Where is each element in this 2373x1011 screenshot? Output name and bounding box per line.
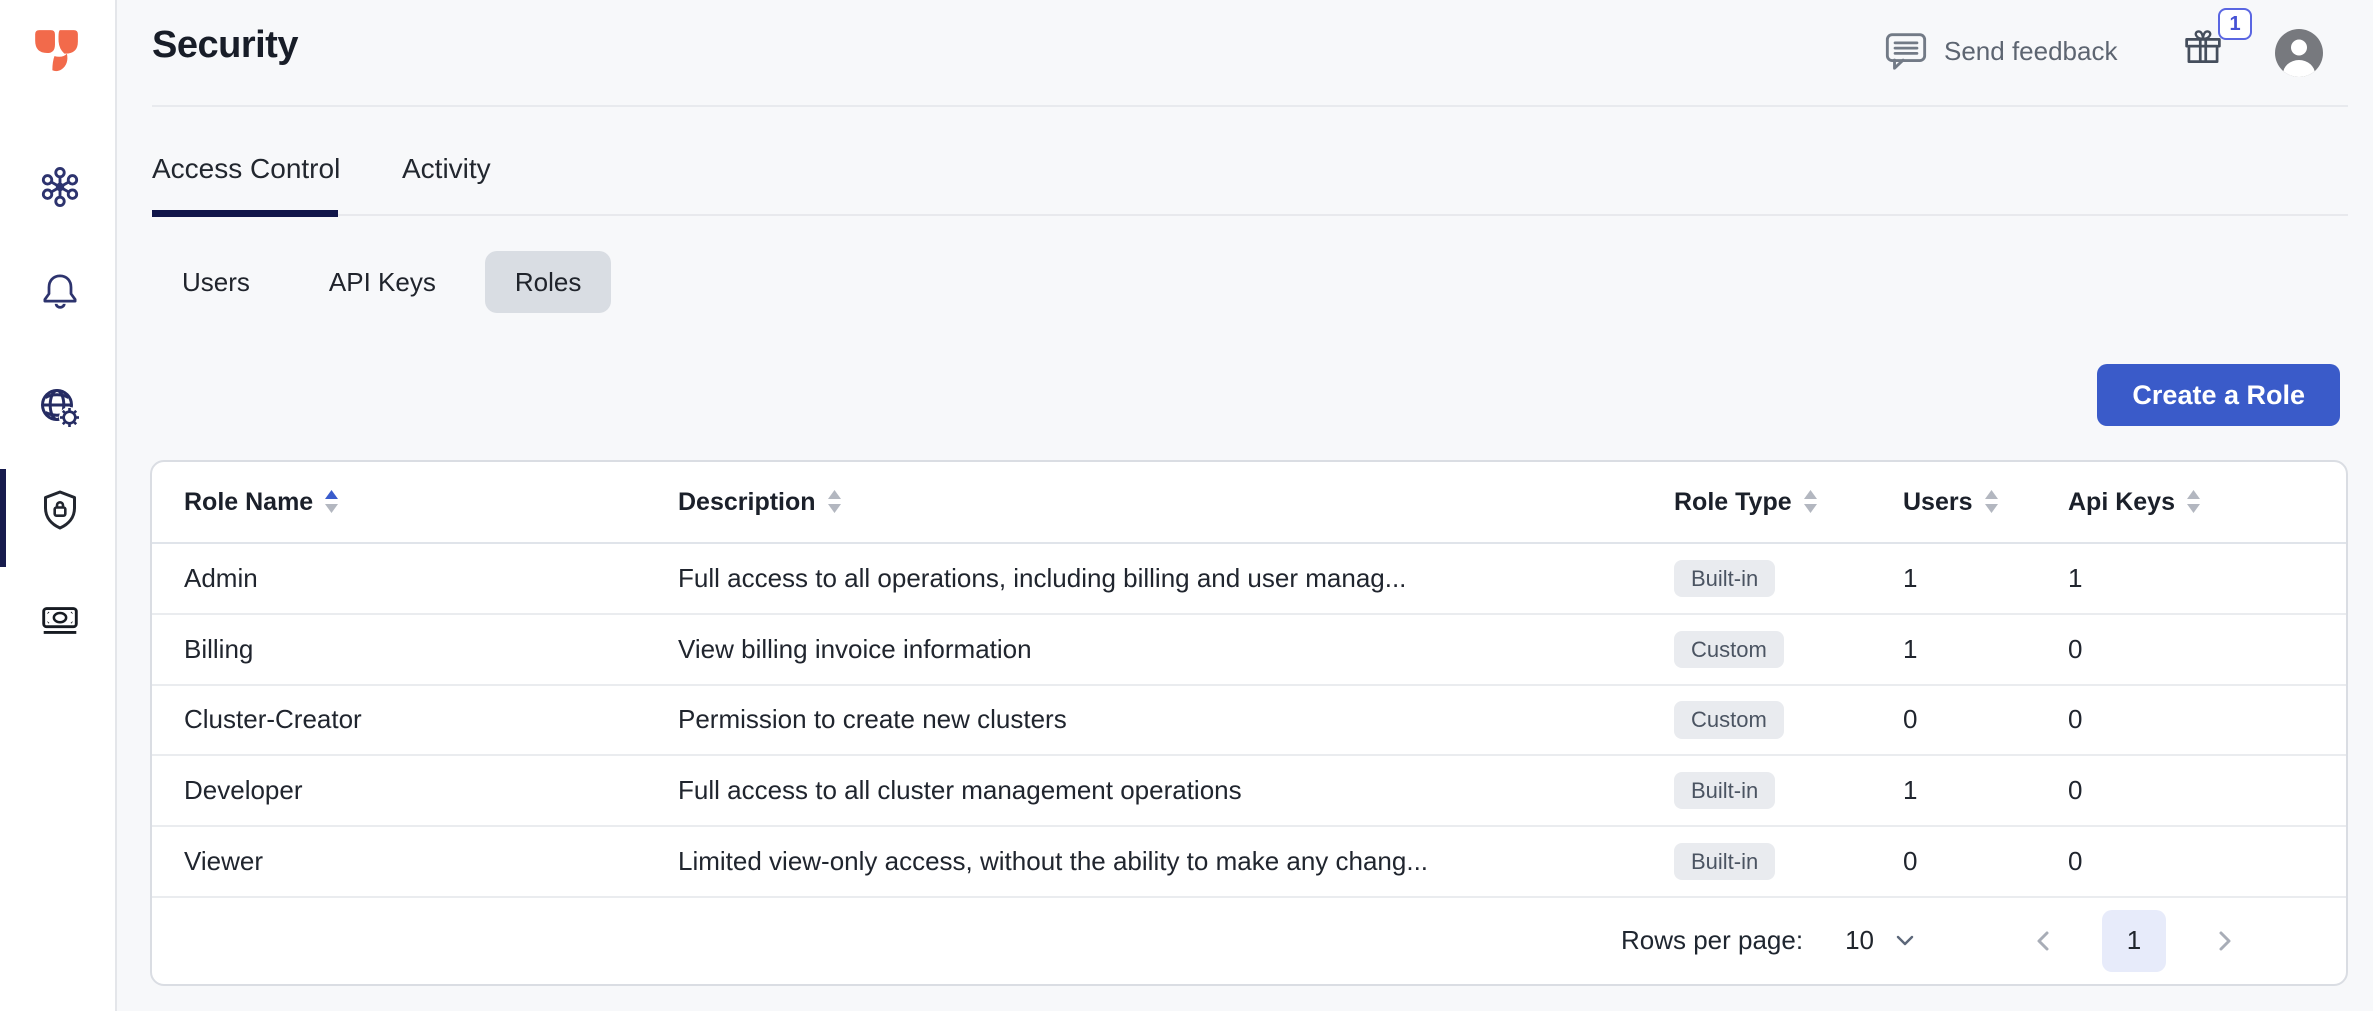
column-label: Description <box>678 488 816 517</box>
table-row-developer[interactable]: Developer Full access to all cluster man… <box>152 756 2346 827</box>
users-count-cell: 0 <box>1903 846 2068 877</box>
chevron-down-icon <box>1896 935 1914 946</box>
notifications-bell-icon <box>38 269 82 313</box>
gift-icon <box>2183 26 2223 70</box>
role-description-cell: Full access to all operations, including… <box>678 563 1674 594</box>
person-icon <box>2275 29 2323 77</box>
column-header-role-name[interactable]: Role Name <box>184 488 678 517</box>
users-count-cell: 1 <box>1903 775 2068 806</box>
column-label: Api Keys <box>2068 488 2175 517</box>
sidebar-item-network[interactable] <box>36 384 84 432</box>
tabs-baseline <box>152 214 2348 216</box>
role-description-cell: Full access to all cluster management op… <box>678 775 1674 806</box>
sort-icon <box>1804 490 1817 514</box>
users-count-cell: 0 <box>1903 704 2068 735</box>
table-row-cluster-creator[interactable]: Cluster-Creator Permission to create new… <box>152 686 2346 757</box>
rows-per-page-value: 10 <box>1845 925 1874 956</box>
subtab-api-keys[interactable]: API Keys <box>299 251 466 313</box>
role-description-cell: Limited view-only access, without the ab… <box>678 846 1674 877</box>
role-name-cell: Viewer <box>184 846 678 877</box>
user-avatar[interactable] <box>2275 29 2323 77</box>
role-type-badge: Custom <box>1674 631 1784 668</box>
users-count-cell: 1 <box>1903 563 2068 594</box>
column-header-role-type[interactable]: Role Type <box>1674 488 1903 517</box>
api-keys-count-cell: 0 <box>2068 775 2346 806</box>
table-row-admin[interactable]: Admin Full access to all operations, inc… <box>152 544 2346 615</box>
page-number-button[interactable]: 1 <box>2102 910 2166 972</box>
table-row-billing[interactable]: Billing View billing invoice information… <box>152 615 2346 686</box>
sort-icon <box>2187 490 2200 514</box>
role-description-cell: View billing invoice information <box>678 634 1674 665</box>
sidebar-item-billing[interactable] <box>36 596 84 644</box>
sort-icon <box>828 490 841 514</box>
tab-activity[interactable]: Activity <box>402 148 491 190</box>
next-page-button[interactable] <box>2206 923 2242 959</box>
role-type-badge: Built-in <box>1674 843 1775 880</box>
rows-per-page-label: Rows per page: <box>1621 925 1803 956</box>
security-shield-lock-icon <box>36 487 84 535</box>
role-type-cell: Custom <box>1674 631 1903 668</box>
subtab-users[interactable]: Users <box>152 251 280 313</box>
api-keys-count-cell: 0 <box>2068 704 2346 735</box>
billing-money-icon <box>37 597 83 643</box>
role-name-cell: Developer <box>184 775 678 806</box>
column-label: Role Type <box>1674 488 1792 517</box>
sort-icon-asc-active <box>325 490 338 514</box>
api-keys-count-cell: 1 <box>2068 563 2346 594</box>
column-header-description[interactable]: Description <box>678 488 1674 517</box>
rows-per-page-select[interactable]: 10 <box>1845 925 1914 956</box>
column-label: Users <box>1903 488 1973 517</box>
sidebar-item-alerts[interactable] <box>36 267 84 315</box>
role-description-cell: Permission to create new clusters <box>678 704 1674 735</box>
create-role-button[interactable]: Create a Role <box>2097 364 2340 426</box>
sidebar <box>0 0 117 1011</box>
role-name-cell: Cluster-Creator <box>184 704 678 735</box>
role-type-badge: Built-in <box>1674 560 1775 597</box>
role-type-badge: Custom <box>1674 701 1784 738</box>
role-type-cell: Built-in <box>1674 560 1903 597</box>
tab-access-control[interactable]: Access Control <box>152 148 340 190</box>
subtab-group: Users API Keys Roles <box>152 251 611 313</box>
feedback-bubble-icon <box>1884 30 1928 72</box>
active-tab-underline <box>152 210 338 217</box>
table-row-viewer[interactable]: Viewer Limited view-only access, without… <box>152 827 2346 898</box>
header-divider <box>152 105 2348 107</box>
role-type-cell: Custom <box>1674 701 1903 738</box>
table-header-row: Role Name Description Role Type Users <box>152 462 2346 544</box>
sort-icon <box>1985 490 1998 514</box>
subtab-roles[interactable]: Roles <box>485 251 611 313</box>
cluster-hub-icon <box>37 164 83 210</box>
sidebar-item-clusters[interactable] <box>36 163 84 211</box>
column-label: Role Name <box>184 488 313 517</box>
role-name-cell: Admin <box>184 563 678 594</box>
role-type-cell: Built-in <box>1674 843 1903 880</box>
role-name-cell: Billing <box>184 634 678 665</box>
send-feedback-button[interactable]: Send feedback <box>1884 30 2117 72</box>
send-feedback-label: Send feedback <box>1944 36 2117 67</box>
page-title: Security <box>152 24 298 67</box>
chevron-left-icon <box>2034 929 2054 953</box>
api-keys-count-cell: 0 <box>2068 846 2346 877</box>
roles-table-card: Role Name Description Role Type Users <box>150 460 2348 986</box>
column-header-api-keys[interactable]: Api Keys <box>2068 488 2346 517</box>
column-header-users[interactable]: Users <box>1903 488 2068 517</box>
api-keys-count-cell: 0 <box>2068 634 2346 665</box>
table-footer: Rows per page: 10 1 <box>152 898 2346 984</box>
previous-page-button[interactable] <box>2026 923 2062 959</box>
users-count-cell: 1 <box>1903 634 2068 665</box>
chevron-right-icon <box>2214 929 2234 953</box>
yugabyte-logo[interactable] <box>31 28 81 78</box>
sidebar-item-security[interactable] <box>36 487 84 535</box>
network-globe-gear-icon <box>36 383 84 433</box>
gift-count-badge: 1 <box>2218 8 2252 40</box>
gift-button[interactable] <box>2183 26 2223 70</box>
role-type-cell: Built-in <box>1674 772 1903 809</box>
active-nav-indicator <box>0 469 6 567</box>
role-type-badge: Built-in <box>1674 772 1775 809</box>
yugabyte-logo-icon <box>31 28 81 76</box>
